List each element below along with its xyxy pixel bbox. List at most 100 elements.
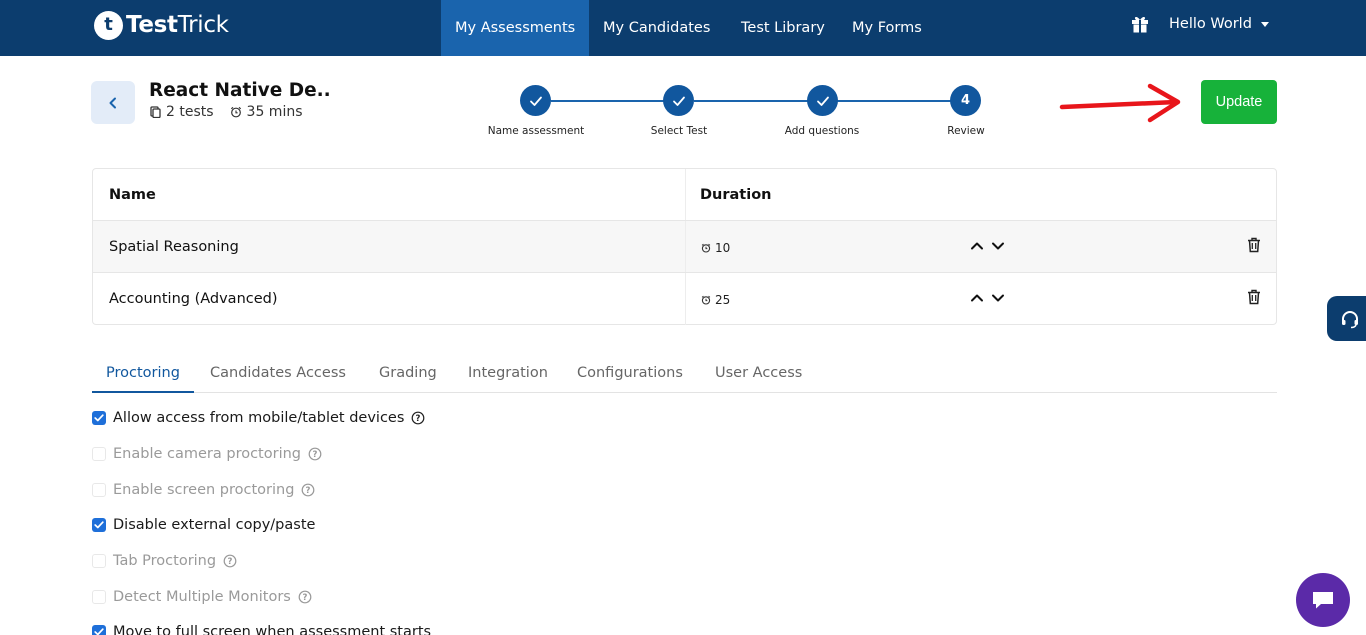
option-label: Detect Multiple Monitors	[113, 589, 291, 605]
gift-icon[interactable]	[1131, 14, 1149, 34]
tab-integration[interactable]: Integration	[468, 365, 548, 381]
step-3-label: Add questions	[784, 125, 860, 137]
tests-table: Name Duration Spatial Reasoning 10 Accou…	[92, 168, 1277, 325]
svg-text:?: ?	[416, 414, 421, 424]
tabs-divider	[92, 392, 1277, 393]
top-navbar: t TestTrick My Assessments My Candidates…	[0, 0, 1366, 56]
step-4-label: Review	[947, 125, 985, 137]
logo-mark: t	[94, 10, 123, 40]
trash-icon[interactable]	[1247, 237, 1261, 253]
checkbox-unchecked	[92, 590, 106, 604]
checkbox-checked[interactable]	[92, 518, 106, 532]
step-3-marker	[807, 85, 838, 116]
document-icon	[150, 106, 161, 118]
alarm-clock-icon	[230, 106, 241, 118]
nav-test-library[interactable]: Test Library	[741, 0, 825, 56]
check-icon	[816, 96, 829, 106]
tab-grading[interactable]: Grading	[379, 365, 437, 381]
step-2-marker	[663, 85, 694, 116]
option-full-screen[interactable]: Move to full screen when assessment star…	[92, 622, 431, 635]
svg-text:?: ?	[306, 486, 311, 496]
chat-icon	[1313, 592, 1333, 609]
step-1-label: Name assessment	[487, 125, 585, 137]
checkbox-checked[interactable]	[92, 625, 106, 635]
test-name: Accounting (Advanced)	[109, 291, 278, 307]
help-icon[interactable]: ?	[411, 411, 425, 425]
nav-my-candidates[interactable]: My Candidates	[603, 0, 710, 56]
move-down-icon[interactable]	[990, 238, 1006, 254]
test-duration-value: 25	[715, 293, 731, 307]
chat-button[interactable]	[1296, 573, 1350, 627]
help-icon[interactable]: ?	[298, 590, 312, 604]
test-duration: 25	[701, 293, 730, 307]
step-connector	[694, 100, 822, 102]
tab-candidates-access[interactable]: Candidates Access	[210, 365, 346, 381]
support-tab[interactable]	[1327, 296, 1366, 341]
logo-text: TestTrick	[126, 11, 229, 38]
checkbox-unchecked	[92, 483, 106, 497]
tests-count-label: 2 tests	[166, 104, 214, 120]
svg-text:?: ?	[302, 593, 307, 603]
back-button[interactable]	[91, 81, 135, 124]
nav-my-assessments[interactable]: My Assessments	[441, 0, 590, 56]
assessment-meta: 2 tests 35 mins	[150, 104, 319, 120]
tests-count: 2 tests	[150, 104, 214, 120]
move-up-icon[interactable]	[969, 238, 985, 254]
headset-icon	[1341, 310, 1358, 328]
table-row: Spatial Reasoning 10	[93, 221, 1276, 273]
table-row: Accounting (Advanced) 25	[93, 273, 1276, 325]
check-icon	[672, 96, 685, 106]
step-4-marker: 4	[950, 85, 981, 116]
red-arrow-annotation	[1059, 83, 1181, 123]
move-down-icon[interactable]	[990, 290, 1006, 306]
checkbox-unchecked	[92, 447, 106, 461]
help-icon[interactable]: ?	[301, 483, 315, 497]
checkbox-checked[interactable]	[92, 411, 106, 425]
option-label: Allow access from mobile/tablet devices	[113, 410, 405, 426]
nav-test-library-label: Test Library	[741, 20, 825, 36]
column-header-name: Name	[109, 187, 156, 203]
help-icon[interactable]: ?	[308, 447, 322, 461]
test-name: Spatial Reasoning	[109, 239, 239, 255]
tab-user-access[interactable]: User Access	[715, 365, 802, 381]
test-duration: 10	[701, 241, 730, 255]
option-label: Disable external copy/paste	[113, 517, 316, 533]
logo-text-bold: Test	[126, 11, 178, 38]
testtrick-logo[interactable]: t TestTrick	[94, 10, 229, 40]
nav-my-forms[interactable]: My Forms	[852, 0, 922, 56]
logo-letter: t	[104, 14, 113, 35]
option-camera-proctoring: Enable camera proctoring ?	[92, 444, 322, 464]
tab-configurations[interactable]: Configurations	[577, 365, 683, 381]
nav-my-candidates-label: My Candidates	[603, 20, 711, 36]
column-divider	[685, 221, 686, 272]
nav-my-forms-label: My Forms	[852, 20, 922, 36]
logo-text-light: Trick	[177, 11, 229, 38]
column-header-duration: Duration	[700, 187, 772, 203]
total-duration: 35 mins	[230, 104, 303, 120]
step-connector	[837, 100, 965, 102]
help-icon[interactable]: ?	[223, 554, 237, 568]
check-icon	[529, 96, 542, 106]
step-connector	[551, 100, 679, 102]
svg-text:?: ?	[228, 557, 233, 567]
option-disable-copy-paste[interactable]: Disable external copy/paste	[92, 515, 315, 535]
column-divider	[685, 273, 686, 325]
user-name: Hello World	[1169, 16, 1252, 32]
check-icon	[94, 521, 104, 529]
update-button[interactable]: Update	[1201, 80, 1277, 124]
checkbox-unchecked	[92, 554, 106, 568]
chevron-left-icon	[109, 97, 116, 108]
reorder-controls	[969, 290, 1011, 306]
move-up-icon[interactable]	[969, 290, 985, 306]
step-4-number: 4	[960, 93, 971, 108]
alarm-clock-icon	[701, 295, 711, 305]
user-menu[interactable]: Hello World	[1169, 14, 1269, 34]
option-label: Tab Proctoring	[113, 553, 217, 569]
option-tab-proctoring: Tab Proctoring ?	[92, 551, 237, 571]
svg-text:?: ?	[313, 450, 318, 460]
trash-icon[interactable]	[1247, 289, 1261, 305]
tab-proctoring[interactable]: Proctoring	[106, 365, 180, 381]
option-mobile-access[interactable]: Allow access from mobile/tablet devices …	[92, 408, 425, 428]
option-detect-multiple-monitors: Detect Multiple Monitors ?	[92, 587, 312, 607]
option-screen-proctoring: Enable screen proctoring ?	[92, 480, 315, 500]
